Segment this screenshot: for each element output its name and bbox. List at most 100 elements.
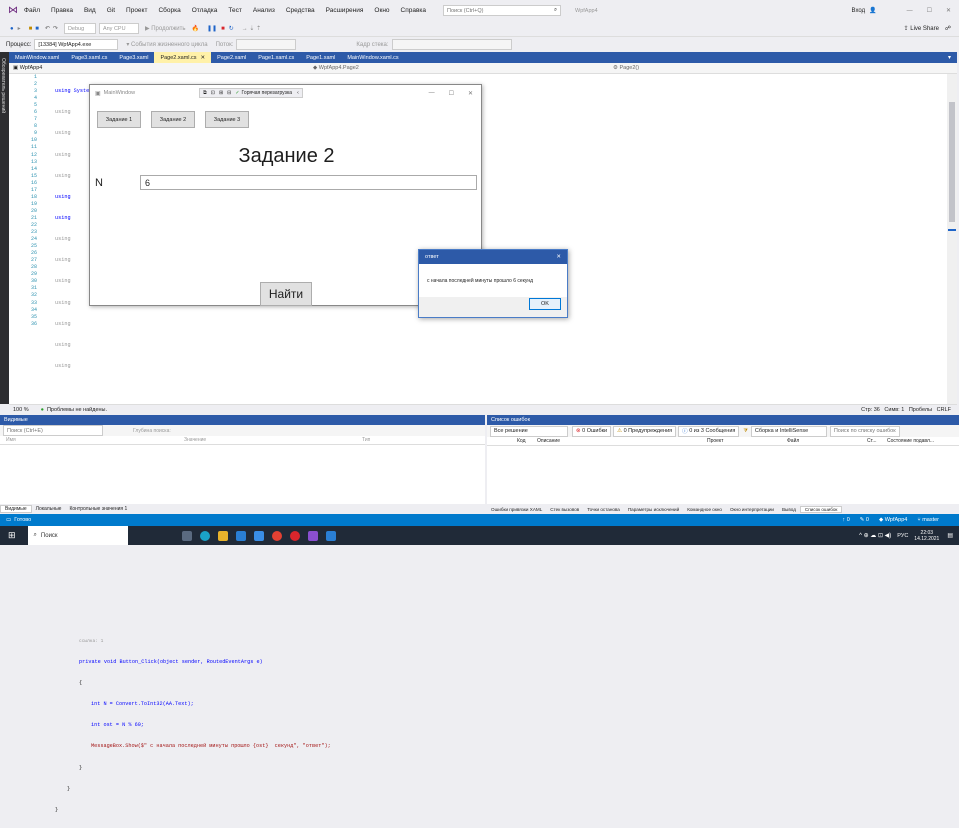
- mail-icon[interactable]: [253, 530, 264, 541]
- tab-autos[interactable]: Видимые: [0, 505, 32, 513]
- column-project[interactable]: Проект: [707, 438, 787, 444]
- close-button[interactable]: ✕: [946, 7, 951, 14]
- tab-output[interactable]: Вывод: [778, 507, 800, 512]
- tab-immediate-window[interactable]: Окно интерпретации: [726, 507, 778, 512]
- messages-filter[interactable]: ⓘ 0 из 3 Сообщения: [678, 425, 740, 437]
- menu-item[interactable]: Тест: [228, 7, 241, 14]
- menu-item[interactable]: Отладка: [192, 7, 218, 14]
- class-nav[interactable]: ◆ WpfApp4.Page2: [313, 65, 613, 71]
- pause-icon[interactable]: ❚❚: [207, 25, 217, 32]
- process-select[interactable]: [13384] WpfApp4.exe: [34, 39, 119, 50]
- new-file-icon[interactable]: ■: [29, 26, 33, 32]
- tab-call-stack[interactable]: Стек вызовов: [546, 507, 583, 512]
- errors-filter[interactable]: ⊗ 0 Ошибки: [572, 425, 612, 437]
- tab-command-window[interactable]: Командное окно: [683, 507, 726, 512]
- tab-exception-settings[interactable]: Параметры исключений: [624, 507, 683, 512]
- menu-item[interactable]: Git: [107, 7, 115, 14]
- scrollbar-thumb[interactable]: [949, 102, 955, 222]
- column-value[interactable]: Значение: [184, 437, 362, 443]
- account-icon[interactable]: 👤: [869, 7, 876, 14]
- save-icon[interactable]: ■: [35, 26, 39, 32]
- feedback-icon[interactable]: ☍: [945, 25, 951, 32]
- task-3-button[interactable]: Задание 3: [205, 111, 249, 128]
- find-button[interactable]: Найти: [260, 282, 312, 306]
- tab-page3-cs[interactable]: Page3.xaml.cs: [65, 52, 113, 63]
- branch-select[interactable]: ⑂ master: [917, 517, 939, 523]
- maximize-button[interactable]: ☐: [927, 7, 932, 14]
- solution-explorer-tab[interactable]: Обозреватель решений: [0, 52, 6, 113]
- tab-page2-cs[interactable]: Page2.xaml.cs ✕: [154, 52, 212, 63]
- display-adorners-icon[interactable]: ⊡: [211, 90, 215, 96]
- column-description[interactable]: Описание: [537, 438, 707, 444]
- column-name[interactable]: Имя: [6, 437, 184, 443]
- file-explorer-icon[interactable]: [217, 530, 228, 541]
- side-tool-strip[interactable]: Обозреватель решений: [0, 52, 9, 404]
- track-focus-icon[interactable]: ⊞: [219, 90, 223, 96]
- visual-studio-icon[interactable]: [307, 530, 318, 541]
- column-type[interactable]: Тип: [362, 437, 370, 443]
- ok-button[interactable]: OK: [529, 298, 561, 310]
- warnings-filter[interactable]: ⚠ 0 Предупреждения: [613, 425, 677, 437]
- yandex-icon[interactable]: [289, 530, 300, 541]
- config-select[interactable]: Debug: [63, 23, 96, 34]
- search-input[interactable]: Поиск (Ctrl+Q) ⌕: [443, 5, 562, 16]
- autos-pane[interactable]: Видимые Поиск (Ctrl+E) Глубина поиска: И…: [0, 415, 485, 514]
- tab-watch-1[interactable]: Контрольные значения 1: [65, 506, 131, 512]
- tab-mainwindow-cs[interactable]: MainWindow.xaml.cs: [341, 52, 404, 63]
- taskbar-search[interactable]: ⌕ Поиск: [27, 526, 128, 545]
- edge-icon[interactable]: [199, 530, 210, 541]
- tab-page1-xaml[interactable]: Page1.xaml: [300, 52, 341, 63]
- thread-select[interactable]: [236, 39, 297, 50]
- liveshare-button[interactable]: ⇪ Live Share: [904, 25, 939, 32]
- menu-item[interactable]: Вид: [84, 7, 96, 14]
- tab-error-list[interactable]: Список ошибок: [799, 505, 843, 513]
- stack-select[interactable]: [391, 39, 512, 50]
- clock[interactable]: 22:03 14.12.2021: [914, 530, 939, 542]
- menu-item[interactable]: Средства: [286, 7, 315, 14]
- scope-select[interactable]: Все решение: [490, 425, 568, 437]
- wpf-close-button[interactable]: ✕: [468, 90, 473, 97]
- continue-button[interactable]: ▶ Продолжить: [145, 25, 186, 32]
- step-icons[interactable]: → ⇣ ⇡: [242, 25, 261, 32]
- tab-page2-xaml[interactable]: Page2.xaml: [211, 52, 252, 63]
- select-element-icon[interactable]: ⧉: [203, 90, 207, 96]
- platform-select[interactable]: Any CPU: [98, 23, 139, 34]
- filter-icon[interactable]: ⧩: [743, 428, 747, 434]
- message-box-close-button[interactable]: ✕: [556, 254, 561, 260]
- hot-reload-icon[interactable]: 🔥: [192, 25, 199, 32]
- wpf-minimize-button[interactable]: —: [429, 90, 435, 96]
- tab-breakpoints[interactable]: Точки останова: [583, 507, 624, 512]
- menu-item[interactable]: Окно: [374, 7, 389, 14]
- message-box[interactable]: ответ ✕ с начала последней минуты прошло…: [418, 249, 568, 318]
- editor-scrollbar[interactable]: [947, 74, 957, 404]
- chrome-icon[interactable]: [271, 530, 282, 541]
- column-code[interactable]: Код: [517, 438, 537, 444]
- undo-icon[interactable]: ↶: [45, 25, 50, 32]
- restart-icon[interactable]: ↻: [229, 25, 234, 32]
- tab-overflow-icon[interactable]: ▾: [948, 54, 951, 61]
- autos-search-input[interactable]: Поиск (Ctrl+E): [3, 425, 103, 436]
- stop-icon[interactable]: ■: [221, 26, 225, 32]
- back-icon[interactable]: ●: [10, 26, 14, 32]
- tray-icons[interactable]: ^ ⊕ ☁ ⊡ ◀): [859, 532, 891, 539]
- n-input[interactable]: 6: [140, 175, 477, 190]
- tab-xaml-binding-errors[interactable]: Ошибки привязки XAML: [487, 507, 546, 512]
- column-line[interactable]: Ст...: [867, 438, 887, 444]
- git-changes-icon[interactable]: ✎ 0: [860, 517, 869, 523]
- menu-item[interactable]: Правка: [51, 7, 73, 14]
- issues-status[interactable]: Проблемы не найдены.: [47, 407, 107, 413]
- git-up-icon[interactable]: ↑ 0: [842, 517, 849, 523]
- store-icon[interactable]: [235, 530, 246, 541]
- repo-select[interactable]: ◆ WpfApp4: [879, 517, 907, 523]
- lifecycle-events[interactable]: ▾ События жизненного цикла: [126, 41, 207, 48]
- build-select[interactable]: Сборка и IntelliSense: [750, 425, 827, 437]
- forward-icon[interactable]: ▸: [18, 25, 21, 32]
- menu-item[interactable]: Расширения: [326, 7, 364, 14]
- column-suppression[interactable]: Состояние подавл...: [887, 438, 934, 444]
- tab-mainwindow-xaml[interactable]: MainWindow.xaml: [9, 52, 65, 63]
- tab-locals[interactable]: Локальные: [32, 506, 66, 512]
- collapse-toolbar-icon[interactable]: ‹: [297, 90, 299, 96]
- menu-item[interactable]: Сборка: [158, 7, 180, 14]
- message-box-titlebar[interactable]: ответ ✕: [419, 250, 567, 264]
- redo-icon[interactable]: ↷: [53, 25, 58, 32]
